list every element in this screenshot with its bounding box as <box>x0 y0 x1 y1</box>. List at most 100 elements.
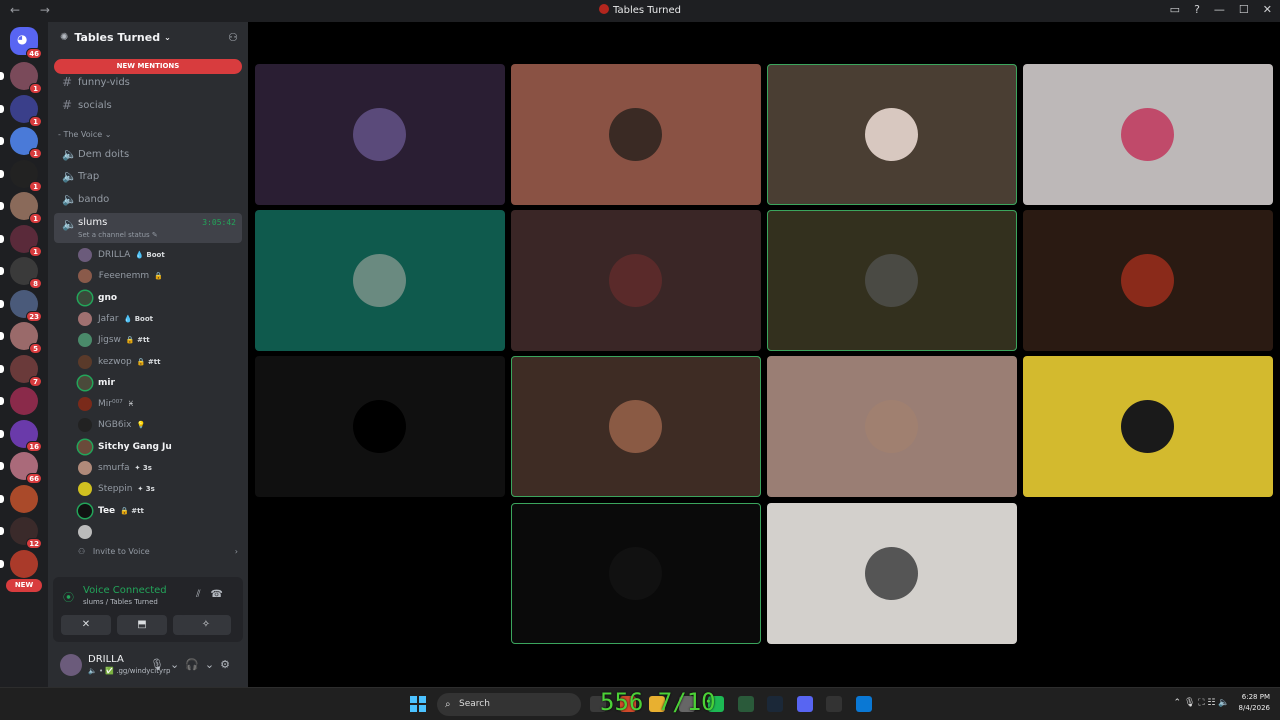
headphones-icon[interactable]: 🎧 <box>185 658 205 671</box>
taskbar-app-icon[interactable] <box>737 696 754 712</box>
camera-button[interactable]: ✕ <box>61 615 111 635</box>
server-icon-1[interactable]: 1 <box>0 94 42 127</box>
server-header[interactable]: ✺ Tables Turned ⌄ ⚇ <box>48 22 248 52</box>
microphone-icon[interactable]: 🎙 <box>150 658 170 671</box>
server-icon-8[interactable]: 5 <box>0 322 42 354</box>
taskbar-app-icon[interactable] <box>855 696 872 712</box>
voice-member[interactable]: Steppin ✦ 3s <box>78 479 243 499</box>
participant-tile[interactable] <box>511 64 761 205</box>
taskbar-app-icon[interactable] <box>796 696 813 712</box>
voice-member[interactable]: Sitchy Gang Ju <box>78 437 243 457</box>
taskbar-search[interactable]: ⌕ Search <box>437 693 581 716</box>
avatar[interactable] <box>60 654 82 676</box>
soundboard-button[interactable]: ✧ <box>181 615 231 635</box>
invite-to-voice-button[interactable]: ⚇ Invite to Voice › <box>78 547 238 556</box>
participant-avatar <box>353 108 406 161</box>
close-button[interactable]: ✕ <box>1263 3 1272 16</box>
voice-connected-title[interactable]: Voice Connected <box>83 585 167 596</box>
gear-icon[interactable]: ⚙ <box>220 658 236 671</box>
voice-member[interactable]: Tee 🔒 #tt <box>78 501 243 521</box>
chevron-down-icon[interactable]: ⌄ <box>205 658 220 671</box>
voice-member[interactable]: gno <box>78 288 243 308</box>
screen-share-button[interactable]: ⬒ <box>117 615 167 635</box>
participant-tile[interactable] <box>255 64 505 205</box>
clock[interactable]: 6:28 PM 8/4/2026 <box>1239 692 1270 714</box>
category-the-voice[interactable]: - The Voice ⌄ <box>58 130 111 139</box>
participant-avatar <box>609 108 662 161</box>
voice-channel-slums[interactable]: 🔈 slums 3:05:42 Set a channel status ✎ <box>54 213 242 243</box>
server-icon-14[interactable]: 12 <box>0 517 42 549</box>
participant-tile[interactable] <box>511 210 761 351</box>
home-button[interactable]: ◕ 46 <box>10 27 42 59</box>
server-icon-3[interactable]: 1 <box>0 159 42 192</box>
participant-tile[interactable] <box>1023 210 1273 351</box>
voice-member[interactable]: DRILLA 💧 Boot <box>78 245 243 265</box>
home-badge: 46 <box>26 48 42 59</box>
inbox-icon[interactable]: ▭ <box>1170 3 1180 16</box>
server-icon-7[interactable]: 23 <box>0 289 42 322</box>
voice-member[interactable]: kezwop 🔒 #tt <box>78 352 243 372</box>
channel-status-button[interactable]: Set a channel status ✎ <box>78 231 158 239</box>
server-icon-2[interactable]: 1 <box>0 127 42 159</box>
voice-channel-trap[interactable]: 🔈 Trap <box>54 166 242 186</box>
unread-pip <box>0 559 4 568</box>
unread-pip <box>0 299 4 308</box>
add-member-icon[interactable]: ⚇ <box>228 31 238 44</box>
disconnect-icon[interactable]: ☎ <box>211 589 233 600</box>
participant-avatar <box>1121 400 1174 453</box>
voice-member[interactable]: ₣eeenemm 🔒 <box>78 266 243 286</box>
voice-member[interactable]: Jigsw 🔒 #tt <box>78 330 243 350</box>
channel-socials[interactable]: # socials <box>54 95 242 115</box>
voice-connected-subtitle[interactable]: slums / Tables Turned <box>83 598 158 606</box>
windows-start-icon[interactable] <box>410 696 426 712</box>
noise-suppression-icon[interactable]: ⫽ <box>196 589 210 600</box>
participant-tile[interactable] <box>511 356 761 497</box>
member-tag: ♓ <box>127 400 135 409</box>
participant-tile[interactable] <box>767 356 1017 497</box>
voice-member[interactable]: Jafar 💧 Boot <box>78 309 243 329</box>
server-icon-12[interactable]: 66 <box>0 452 42 484</box>
unread-pip <box>0 104 4 113</box>
server-badge: 1 <box>29 148 42 159</box>
server-icon-10[interactable] <box>0 387 38 415</box>
voice-member[interactable]: NGB6ix 💡 <box>78 415 243 435</box>
participant-tile[interactable] <box>767 503 1017 644</box>
voice-channel-bando[interactable]: 🔈 bando <box>54 189 242 209</box>
participant-tile[interactable] <box>255 356 505 497</box>
server-icon-13[interactable] <box>0 484 38 513</box>
server-icon-4[interactable]: 1 <box>0 192 42 224</box>
voice-member[interactable]: Mir⁰⁰⁷ ♓ <box>78 394 243 414</box>
participant-tile[interactable] <box>1023 64 1273 205</box>
server-badge: 5 <box>29 343 42 354</box>
server-icon-5[interactable]: 1 <box>0 224 42 257</box>
server-icon-9[interactable]: 7 <box>0 354 42 387</box>
avatar <box>78 269 92 284</box>
tray-icons[interactable]: ⌃ 🎙 ⛶ ☷ 🔈 <box>1174 698 1230 708</box>
voice-member[interactable]: mir <box>78 373 243 393</box>
participant-avatar <box>609 400 662 453</box>
voice-channel-dem-doits[interactable]: 🔈 Dem doits <box>54 144 242 164</box>
participant-tile[interactable] <box>511 503 761 644</box>
server-icon-15[interactable] <box>0 549 38 578</box>
server-icon-6[interactable]: 8 <box>0 257 42 289</box>
help-icon[interactable]: ? <box>1194 3 1200 16</box>
voice-member[interactable] <box>78 522 243 542</box>
server-icon-0[interactable]: 1 <box>0 62 42 94</box>
participant-tile[interactable] <box>767 210 1017 351</box>
participant-tile[interactable] <box>1023 356 1273 497</box>
signal-icon[interactable]: ⦿ <box>63 589 74 605</box>
maximize-button[interactable]: ☐ <box>1239 3 1249 16</box>
taskbar-app-icon[interactable] <box>826 696 842 712</box>
chevron-down-icon[interactable]: ⌄ <box>170 658 185 671</box>
participant-tile[interactable] <box>255 210 505 351</box>
server-icon-11[interactable]: 16 <box>0 419 42 452</box>
participant-tile[interactable] <box>767 64 1017 205</box>
window-controls: ▭ ? — ☐ ✕ <box>1170 3 1272 16</box>
minimize-button[interactable]: — <box>1214 3 1225 16</box>
channel-funny-vids[interactable]: # funny-vids <box>54 72 242 92</box>
new-servers-pill[interactable]: NEW <box>6 579 42 592</box>
voice-member[interactable]: smurfa ✦ 3s <box>78 458 243 478</box>
fps-overlay: 556 7/10 <box>600 688 716 716</box>
member-tag: 🔒 #tt <box>125 336 150 345</box>
taskbar-app-icon[interactable] <box>767 696 783 712</box>
